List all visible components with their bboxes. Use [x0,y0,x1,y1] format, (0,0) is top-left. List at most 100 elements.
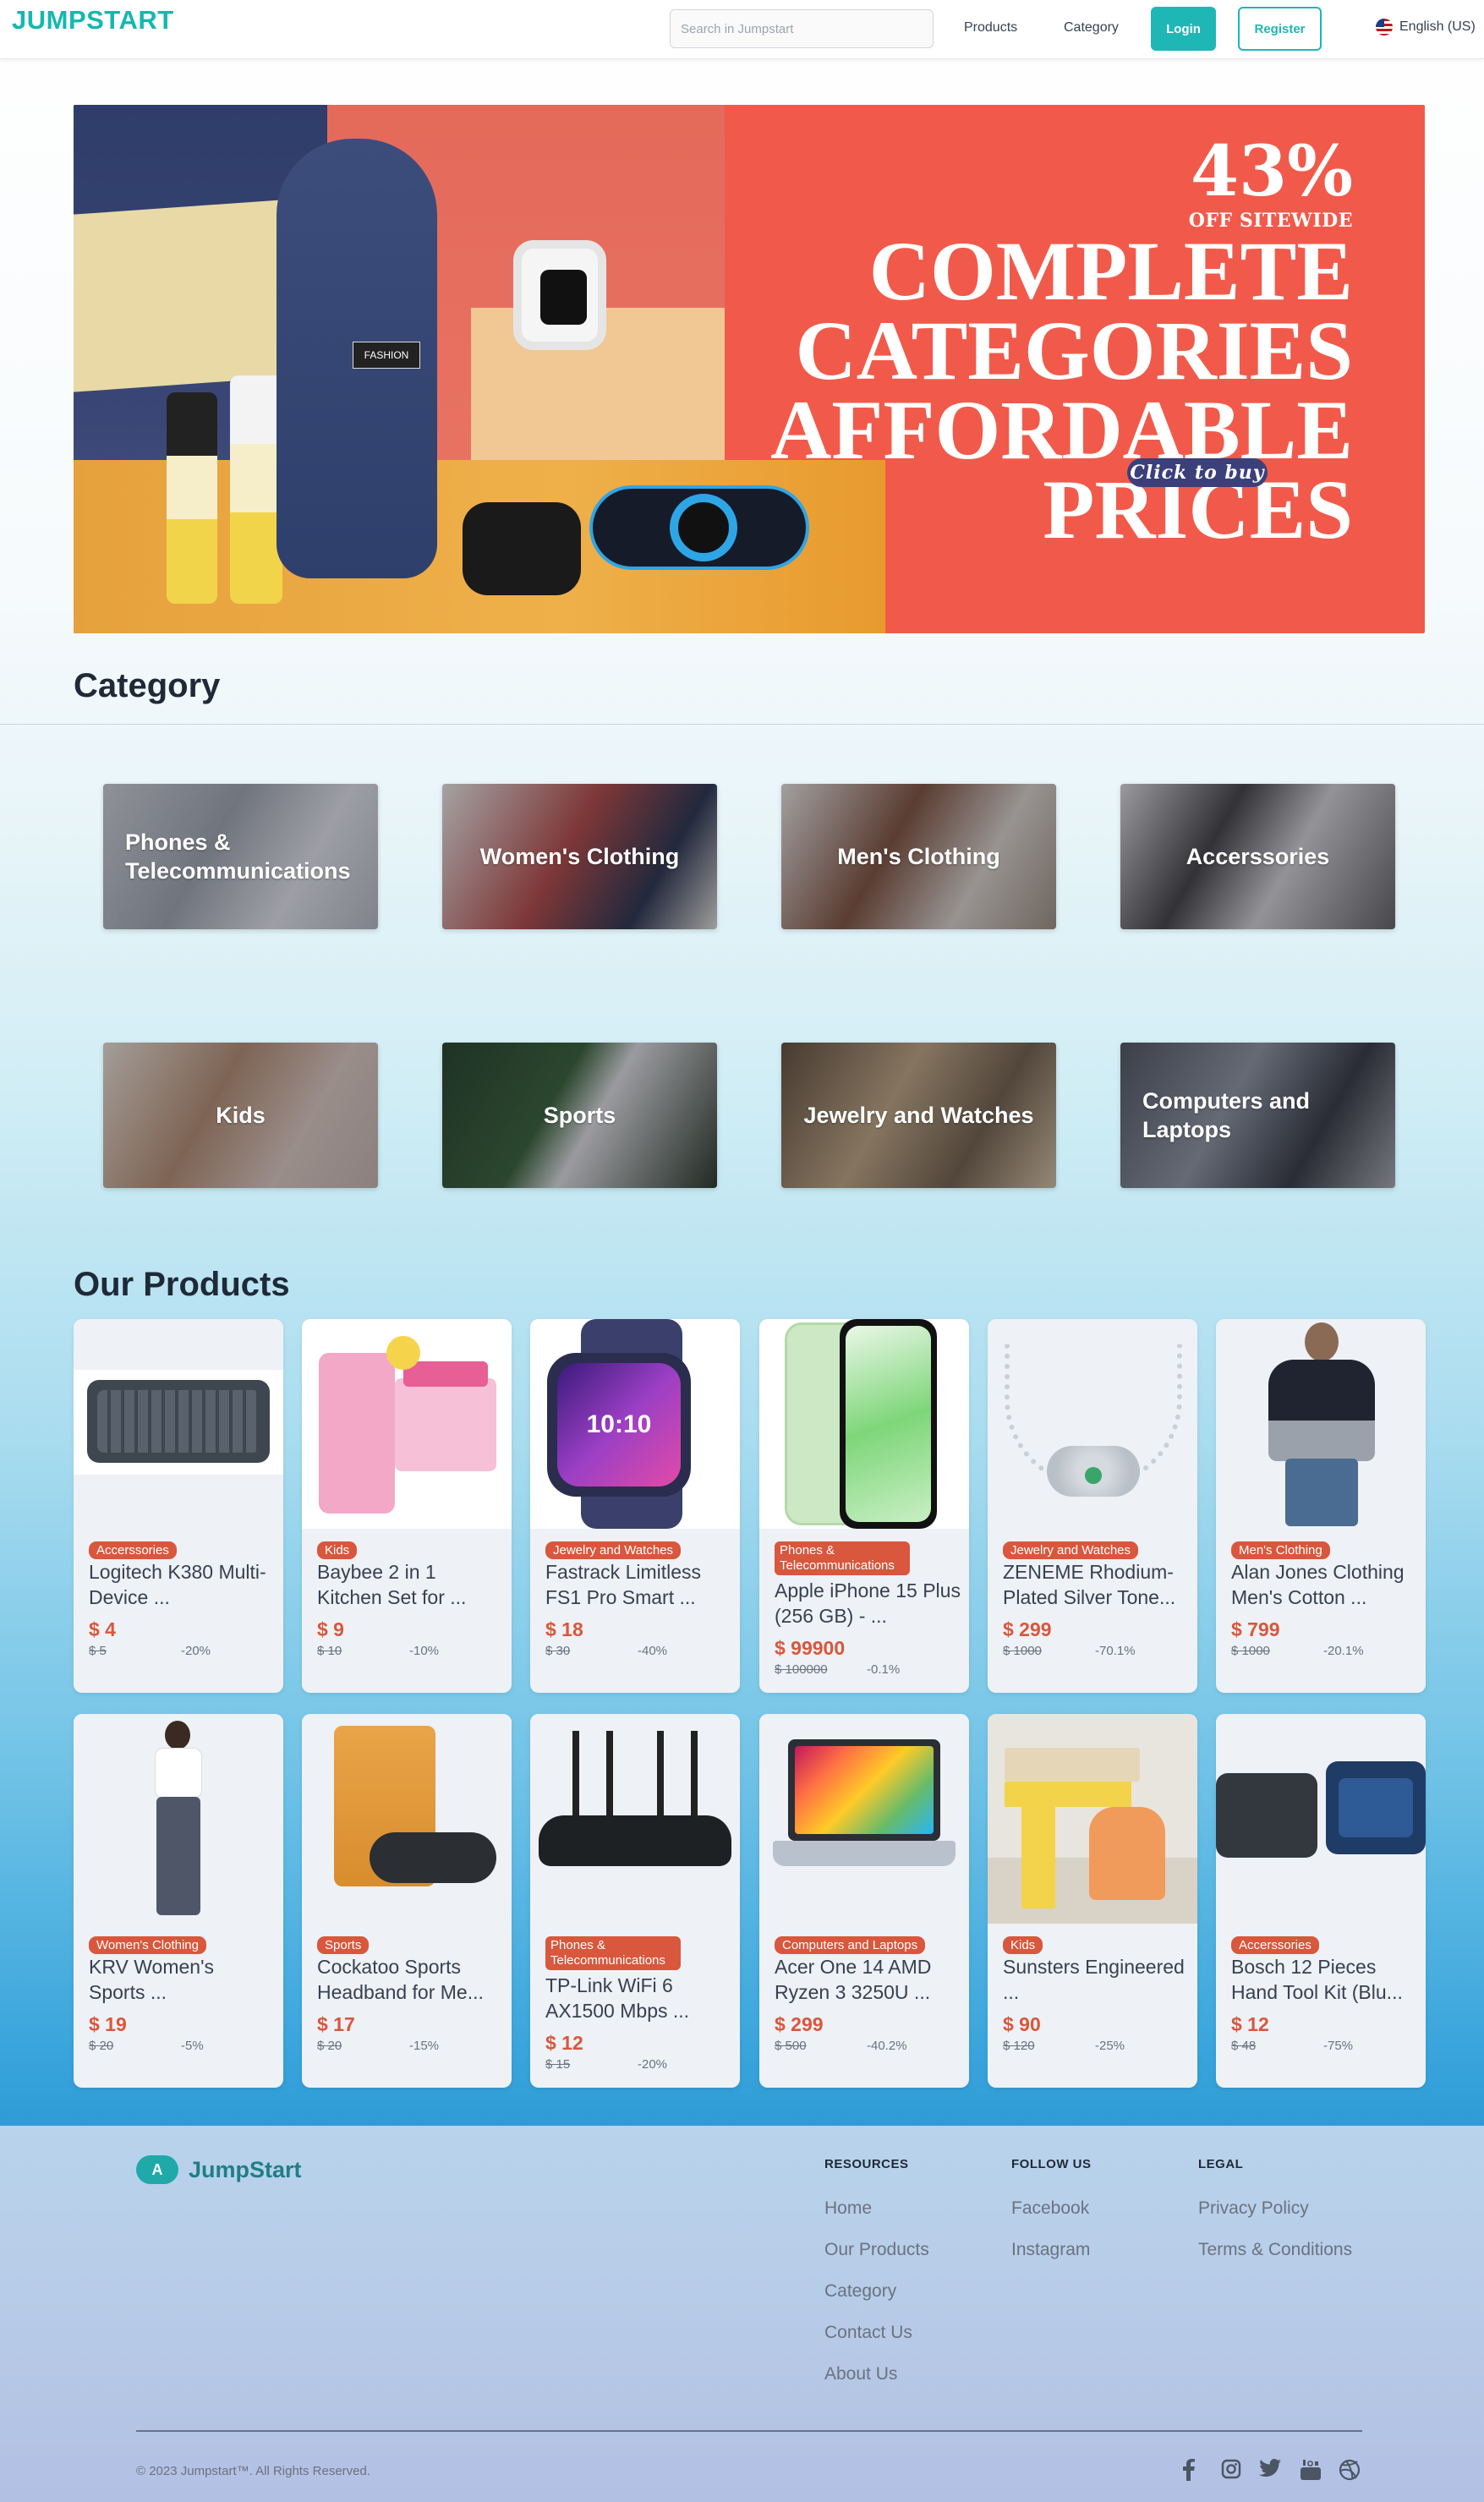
product-discount: -0.1% [867,1662,901,1677]
product-old-price: $ 1000 [1231,1644,1270,1658]
nav-products-link[interactable]: Products [964,20,1017,36]
product-image[interactable] [759,1319,969,1529]
category-card-mens-clothing[interactable]: Men's Clothing [781,784,1056,929]
product-title[interactable]: Bosch 12 Pieces Hand Tool Kit (Blu... [1231,1954,1417,2005]
product-image[interactable]: 10:10 [530,1319,740,1529]
category-card-sports[interactable]: Sports [442,1043,717,1188]
category-card-phones[interactable]: Phones & Telecommunications [103,784,378,929]
category-label: Phones & Telecommunications [125,829,351,884]
footer-link-contact[interactable]: Contact Us [824,2323,912,2343]
product-image[interactable] [988,1714,1197,1924]
brand-mark-icon: A [136,2155,178,2184]
product-card[interactable]: Phones & Telecommunications Apple iPhone… [759,1319,969,1693]
product-category-badge[interactable]: Kids [1003,1936,1043,1954]
product-category-badge[interactable]: Accerssories [1231,1936,1319,1954]
footer-link-about[interactable]: About Us [824,2364,897,2384]
product-category-badge[interactable]: Men's Clothing [1231,1541,1330,1559]
product-card[interactable]: Jewelry and Watches ZENEME Rhodium-Plate… [988,1319,1197,1693]
oil-sprayer-image-2 [230,375,282,604]
footer-link-products[interactable]: Our Products [824,2240,929,2260]
product-title[interactable]: TP-Link WiFi 6 AX1500 Mbps ... [545,1973,731,2023]
product-price: $ 12 [545,2032,583,2054]
footer-logo[interactable]: A JumpStart [136,2155,302,2184]
product-category-badge[interactable]: Sports [317,1936,370,1954]
promo-banner[interactable]: FASHION 43% OFF SITEWIDE COMPLETE CATEGO… [74,105,1425,633]
footer-link-facebook[interactable]: Facebook [1011,2198,1089,2219]
product-discount: -75% [1323,2039,1354,2053]
product-discount: -25% [1095,2039,1125,2053]
facebook-icon[interactable] [1182,2459,1196,2487]
product-title[interactable]: Baybee 2 in 1 Kitchen Set for ... [317,1559,503,1610]
category-divider [0,724,1484,725]
register-button[interactable]: Register [1238,7,1322,51]
product-image[interactable] [530,1714,740,1924]
product-title[interactable]: Sunsters Engineered ... [1003,1954,1189,2005]
product-category-badge[interactable]: Jewelry and Watches [545,1541,682,1559]
product-card[interactable]: Women's Clothing KRV Women's Sports ... … [74,1714,283,2088]
product-card[interactable]: Sports Cockatoo Sports Headband for Me..… [302,1714,512,2088]
twitter-icon[interactable] [1259,2459,1281,2483]
product-image[interactable] [74,1714,283,1924]
product-title[interactable]: Cockatoo Sports Headband for Me... [317,1954,503,2005]
product-title[interactable]: KRV Women's Sports ... [89,1954,275,2005]
product-card[interactable]: Computers and Laptops Acer One 14 AMD Ry… [759,1714,969,2088]
bag-tag: FASHION [353,342,420,369]
product-title[interactable]: Apple iPhone 15 Plus (256 GB) - ... [775,1578,961,1629]
headline-line-2: CATEGORIES [795,304,1353,397]
product-category-badge[interactable]: Women's Clothing [89,1936,206,1954]
nav-category-link[interactable]: Category [1064,20,1119,36]
product-category-badge[interactable]: Kids [317,1541,358,1559]
footer-link-home[interactable]: Home [824,2198,872,2219]
product-image[interactable] [1216,1319,1426,1529]
product-price: $ 99900 [775,1637,846,1659]
product-title[interactable]: Logitech K380 Multi-Device ... [89,1559,275,1610]
product-card[interactable]: Phones & Telecommunications TP-Link WiFi… [530,1714,740,2088]
footer-link-privacy[interactable]: Privacy Policy [1198,2198,1309,2219]
site-logo[interactable]: JUMPSTART [12,5,174,36]
product-image[interactable] [1216,1714,1426,1924]
product-image[interactable] [302,1714,512,1924]
product-card[interactable]: 10:10 Jewelry and Watches Fastrack Limit… [530,1319,740,1693]
product-card[interactable]: Men's Clothing Alan Jones Clothing Men's… [1216,1319,1426,1693]
product-image[interactable] [302,1319,512,1529]
instagram-icon[interactable] [1221,2459,1241,2485]
footer-link-terms[interactable]: Terms & Conditions [1198,2240,1352,2260]
product-category-badge[interactable]: Jewelry and Watches [1003,1541,1139,1559]
category-label: Computers and Laptops [1142,1088,1311,1142]
footer-link-instagram[interactable]: Instagram [1011,2240,1090,2260]
product-title[interactable]: ZENEME Rhodium-Plated Silver Tone... [1003,1559,1189,1610]
product-discount: -40.2% [867,2039,907,2053]
product-old-price: $ 30 [545,1644,571,1658]
category-card-kids[interactable]: Kids [103,1043,378,1188]
language-selector[interactable]: English (US) [1376,19,1476,36]
product-card[interactable]: Accerssories Logitech K380 Multi-Device … [74,1319,283,1693]
product-discount: -40% [638,1644,668,1658]
search-input[interactable] [670,9,934,48]
category-card-accessories[interactable]: Accerssories [1120,784,1395,929]
product-title[interactable]: Alan Jones Clothing Men's Cotton ... [1231,1559,1417,1610]
click-to-buy-button[interactable]: Click to buy [1127,458,1268,487]
banner-headline: COMPLETE CATEGORIES AFFORDABLE PRICES [676,229,1353,552]
category-card-womens-clothing[interactable]: Women's Clothing [442,784,717,929]
dribbble-icon[interactable] [1339,2459,1361,2487]
product-category-badge[interactable]: Phones & Telecommunications [775,1541,910,1575]
footer-link-category[interactable]: Category [824,2281,896,2302]
product-category-badge[interactable]: Computers and Laptops [775,1936,926,1954]
product-title[interactable]: Fastrack Limitless FS1 Pro Smart ... [545,1559,731,1610]
product-image[interactable] [759,1714,969,1924]
login-button[interactable]: Login [1151,7,1216,51]
product-title[interactable]: Acer One 14 AMD Ryzen 3 3250U ... [775,1954,961,2005]
product-card[interactable]: Accerssories Bosch 12 Pieces Hand Tool K… [1216,1714,1426,2088]
product-image[interactable] [74,1319,283,1529]
product-category-badge[interactable]: Phones & Telecommunications [545,1936,681,1970]
product-price: $ 299 [775,2013,824,2035]
product-category-badge[interactable]: Accerssories [89,1541,177,1559]
youtube-icon[interactable] [1300,2459,1322,2487]
product-card[interactable]: Kids Baybee 2 in 1 Kitchen Set for ... $… [302,1319,512,1693]
product-card[interactable]: Kids Sunsters Engineered ... $ 90 $ 120 … [988,1714,1197,2088]
product-price: $ 4 [89,1618,116,1640]
product-discount: -20% [638,2057,668,2072]
category-card-jewelry-watches[interactable]: Jewelry and Watches [781,1043,1056,1188]
category-card-computers-laptops[interactable]: Computers and Laptops [1120,1043,1395,1188]
product-image[interactable] [988,1319,1197,1529]
